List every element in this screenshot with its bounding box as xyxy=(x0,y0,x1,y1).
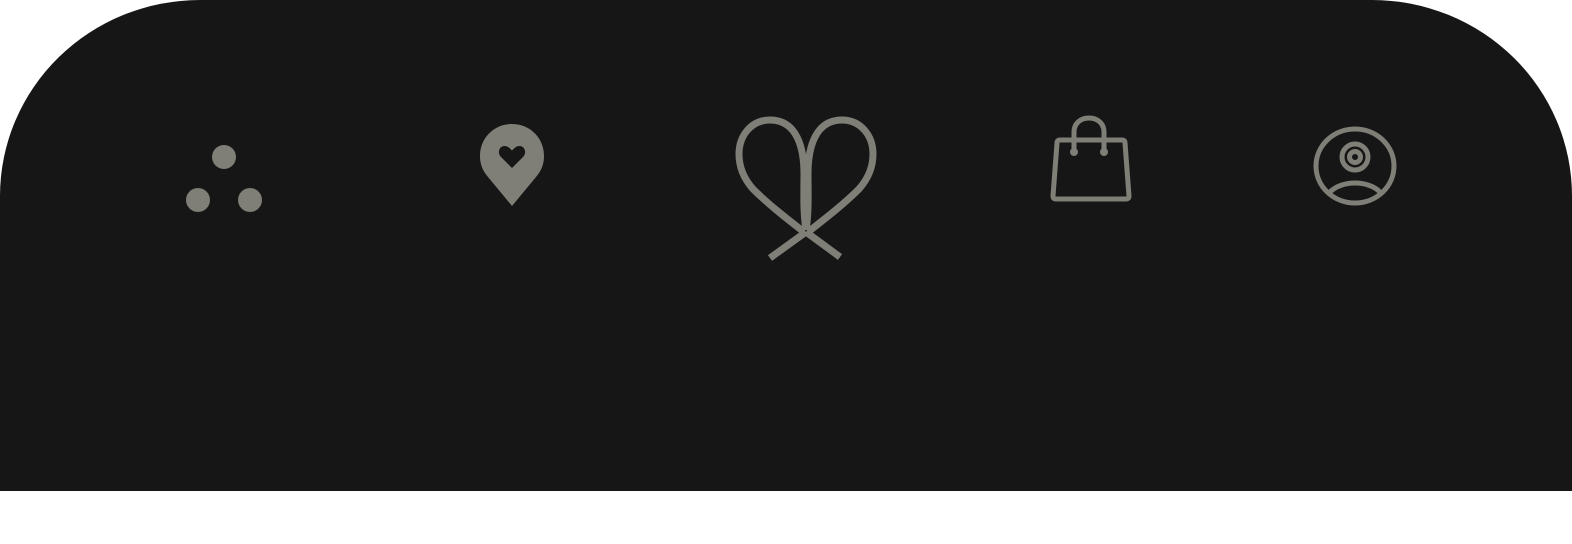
bottom-tab-bar xyxy=(0,0,1572,491)
tab-shop[interactable] xyxy=(1044,110,1138,206)
tab-center[interactable] xyxy=(728,108,884,268)
tab-places[interactable] xyxy=(470,118,554,214)
tab-profile[interactable] xyxy=(1308,122,1404,212)
tab-discover[interactable] xyxy=(180,140,270,220)
account-circle-icon xyxy=(1313,126,1397,206)
shopping-bag-icon xyxy=(1050,115,1132,202)
ribbon-icon xyxy=(735,116,877,261)
three-dots-icon xyxy=(186,145,262,212)
location-heart-icon xyxy=(480,124,544,206)
